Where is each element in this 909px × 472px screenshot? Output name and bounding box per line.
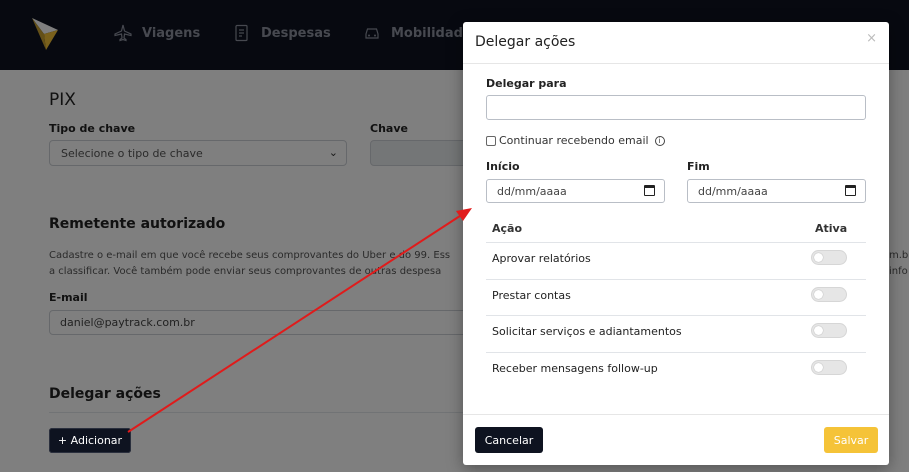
toggle-knob bbox=[814, 326, 823, 335]
delegar-acoes-modal: Delegar ações × Delegar para Continuar r… bbox=[463, 22, 889, 465]
active-toggle[interactable] bbox=[811, 360, 847, 375]
fim-label: Fim bbox=[687, 160, 710, 173]
table-row: Aprovar relatórios bbox=[486, 242, 866, 279]
modal-header: Delegar ações × bbox=[463, 22, 889, 64]
delegar-para-label: Delegar para bbox=[486, 77, 567, 90]
modal-title: Delegar ações bbox=[475, 34, 576, 50]
table-row: Receber mensagens follow-up bbox=[486, 352, 866, 389]
table-row: Solicitar serviços e adiantamentos bbox=[486, 315, 866, 352]
continuar-email-label: Continuar recebendo email bbox=[499, 134, 649, 147]
action-label: Aprovar relatórios bbox=[492, 252, 591, 265]
add-delegation-button-highlight[interactable]: + Adicionar bbox=[49, 428, 131, 453]
col-header-ativa: Ativa bbox=[815, 222, 848, 235]
calendar-icon[interactable] bbox=[644, 185, 655, 196]
calendar-icon[interactable] bbox=[845, 185, 856, 196]
action-label: Receber mensagens follow-up bbox=[492, 362, 658, 375]
inicio-date-input[interactable]: dd/mm/aaaa bbox=[486, 179, 665, 203]
col-header-acao: Ação bbox=[492, 222, 523, 235]
toggle-knob bbox=[814, 290, 823, 299]
fim-date-placeholder: dd/mm/aaaa bbox=[698, 185, 768, 198]
delegar-para-input[interactable] bbox=[486, 95, 866, 120]
active-toggle[interactable] bbox=[811, 250, 847, 265]
fim-date-input[interactable]: dd/mm/aaaa bbox=[687, 179, 866, 203]
save-button[interactable]: Salvar bbox=[824, 427, 878, 453]
inicio-date-placeholder: dd/mm/aaaa bbox=[497, 185, 567, 198]
modal-footer-divider bbox=[463, 414, 889, 415]
active-toggle[interactable] bbox=[811, 287, 847, 302]
continuar-email-checkbox[interactable] bbox=[486, 135, 496, 146]
action-label: Prestar contas bbox=[492, 289, 571, 302]
continuar-recebendo-email[interactable]: Continuar recebendo email i bbox=[486, 134, 665, 147]
close-icon[interactable]: × bbox=[866, 31, 877, 46]
inicio-label: Início bbox=[486, 160, 520, 173]
toggle-knob bbox=[814, 363, 823, 372]
info-icon[interactable]: i bbox=[654, 135, 665, 146]
cancel-button[interactable]: Cancelar bbox=[475, 427, 543, 453]
table-row: Prestar contas bbox=[486, 279, 866, 316]
toggle-knob bbox=[814, 253, 823, 262]
active-toggle[interactable] bbox=[811, 323, 847, 338]
action-label: Solicitar serviços e adiantamentos bbox=[492, 325, 682, 338]
